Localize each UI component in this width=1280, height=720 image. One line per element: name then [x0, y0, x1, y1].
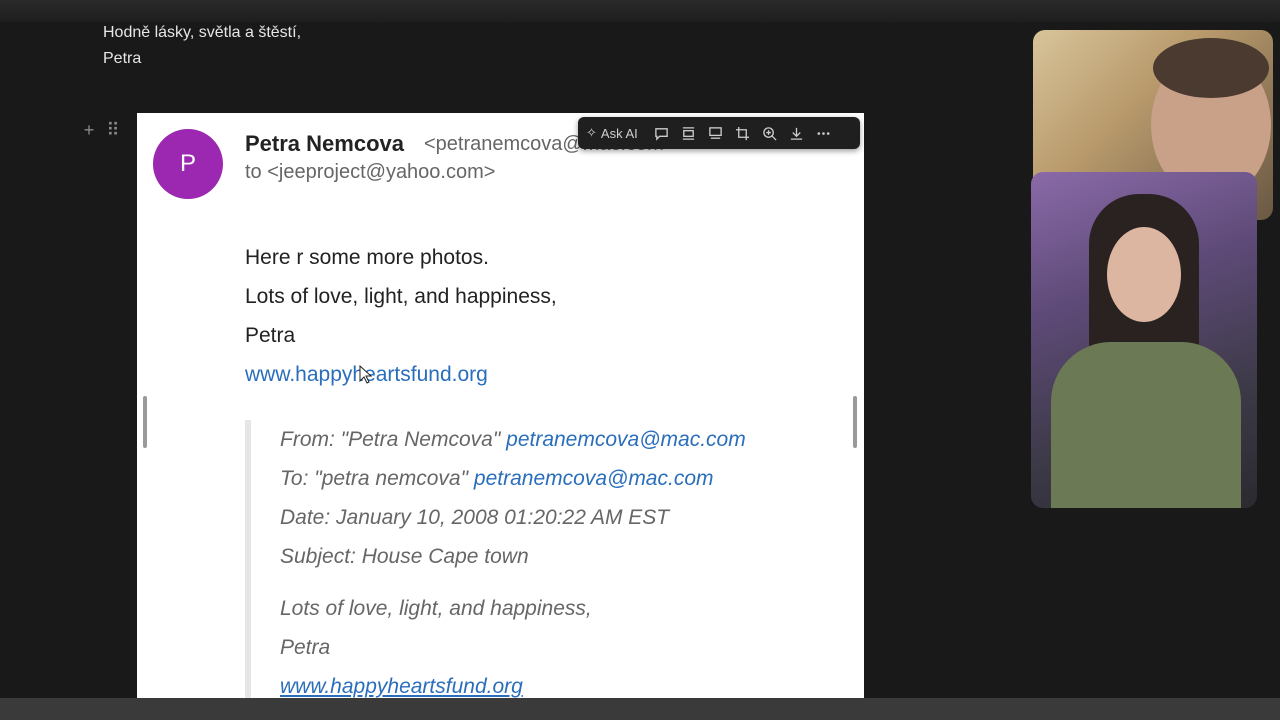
quoted-to-email: petranemcova@mac.com: [473, 467, 714, 490]
body-line: Petra: [245, 324, 296, 347]
more-icon[interactable]: [816, 126, 831, 141]
top-bar: [0, 0, 1280, 22]
note-text: Hodně lásky, světla a štěstí, Petra: [103, 20, 301, 72]
resize-handle-right[interactable]: [853, 396, 857, 448]
note-line-1: Hodně lásky, světla a štěstí,: [103, 24, 302, 41]
email-screenshot-image[interactable]: P Petra Nemcova <petranemcova@mac.com> t…: [137, 113, 864, 698]
bottom-bar: [0, 698, 1280, 720]
quoted-to: To: "petra nemcova" petranemcova@mac.com: [280, 459, 746, 498]
mouse-cursor-icon: [359, 365, 373, 384]
person-shirt-2: [1051, 342, 1241, 508]
quoted-to-label: To: "petra nemcova": [280, 467, 469, 490]
person-hair-1: [1153, 38, 1269, 98]
body-line: Lots of love, light, and happiness,: [245, 285, 557, 308]
ask-ai-button[interactable]: ✧ Ask AI: [586, 125, 638, 141]
quoted-from-email: petranemcova@mac.com: [506, 428, 746, 451]
quoted-message: From: "Petra Nemcova" petranemcova@mac.c…: [280, 420, 746, 698]
note-line-2: Petra: [103, 50, 142, 67]
block-handles: + ⠿: [82, 120, 120, 141]
webcam-bottom: [1031, 172, 1257, 508]
email-body: Here r some more photos. Lots of love, l…: [245, 238, 557, 394]
body-line: Here r some more photos.: [245, 246, 489, 269]
quoted-body-line: Petra: [280, 636, 331, 659]
comment-icon[interactable]: [654, 126, 669, 141]
align-center-icon[interactable]: [681, 126, 696, 141]
quoted-website-link: www.happyheartsfund.org: [280, 675, 523, 698]
sender-name: Petra Nemcova: [245, 131, 404, 156]
image-toolbar: ✧ Ask AI: [578, 117, 860, 149]
quoted-from-label: From: "Petra Nemcova": [280, 428, 501, 451]
download-icon[interactable]: [789, 126, 804, 141]
caption-icon[interactable]: [708, 126, 723, 141]
person-face-2: [1107, 227, 1181, 322]
quoted-from: From: "Petra Nemcova" petranemcova@mac.c…: [280, 420, 746, 459]
crop-icon[interactable]: [735, 126, 750, 141]
sender-avatar: P: [153, 129, 223, 199]
add-block-icon[interactable]: +: [82, 120, 96, 141]
resize-handle-left[interactable]: [143, 396, 147, 448]
drag-handle-icon[interactable]: ⠿: [106, 120, 120, 141]
zoom-icon[interactable]: [762, 126, 777, 141]
recipient-line: to <jeeproject@yahoo.com>: [245, 161, 496, 183]
quoted-date: Date: January 10, 2008 01:20:22 AM EST: [280, 506, 670, 529]
quoted-subject: Subject: House Cape town: [280, 545, 529, 568]
sparkle-icon: ✧: [586, 125, 597, 140]
ask-ai-label: Ask AI: [600, 125, 638, 141]
quote-bar: [245, 420, 251, 698]
website-link: www.happyheartsfund.org: [245, 355, 557, 394]
quoted-body-line: Lots of love, light, and happiness,: [280, 597, 592, 620]
